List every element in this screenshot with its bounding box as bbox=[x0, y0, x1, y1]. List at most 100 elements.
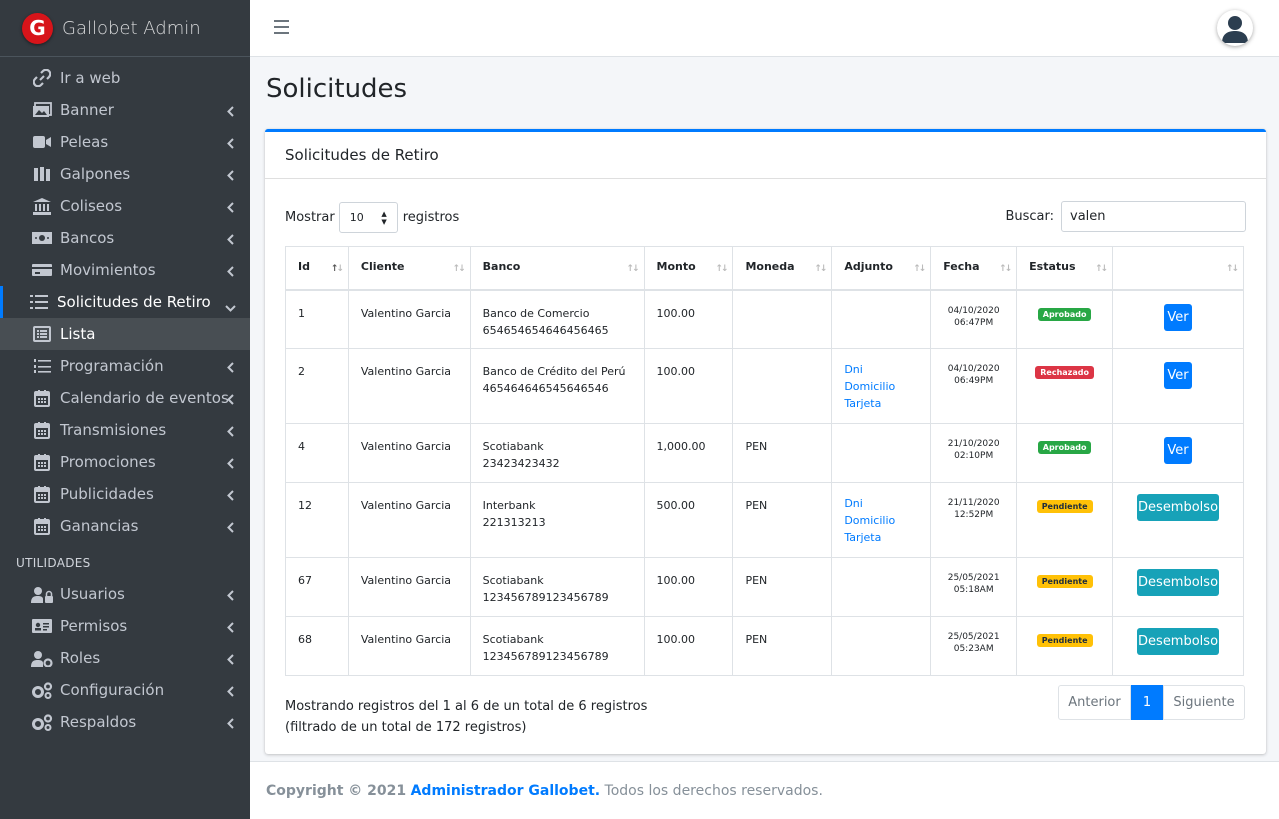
attachment-link[interactable]: Tarjeta bbox=[844, 529, 918, 546]
sort-icon: ↑↓ bbox=[626, 264, 639, 274]
cell-cliente: Valentino Garcia bbox=[347, 616, 471, 676]
column-header[interactable]: ↑↓ bbox=[1112, 246, 1244, 291]
page-length-select[interactable]: 10 ▲ ▼ bbox=[338, 201, 398, 233]
footer: Copyright © 2021 Administrador Gallobet.… bbox=[250, 761, 1279, 819]
ver-button[interactable]: Ver bbox=[1164, 303, 1193, 331]
date: 25/05/2021 bbox=[947, 573, 1000, 583]
page-length-value: 10 bbox=[349, 210, 364, 224]
cell-monto: 100.00 bbox=[643, 557, 734, 617]
calendar-icon bbox=[31, 389, 53, 407]
brand-logo: G bbox=[22, 12, 53, 44]
column-header[interactable]: Fecha ↑↓ bbox=[930, 246, 1018, 291]
cell-cliente: Valentino Garcia bbox=[347, 557, 471, 617]
bank-account: 221313213 bbox=[482, 516, 546, 529]
landmark-icon bbox=[31, 197, 53, 215]
sidebar-item-3[interactable]: Galpones bbox=[0, 158, 250, 190]
pagination-page-1[interactable]: 1 bbox=[1131, 685, 1163, 720]
table-row: 68 Valentino Garcia Scotiabank 1234567891… bbox=[285, 616, 1244, 676]
sidebar-util-1[interactable]: Permisos bbox=[0, 610, 250, 642]
sidebar-item-6[interactable]: Movimientos bbox=[0, 254, 250, 286]
attachment-link[interactable]: Dni bbox=[844, 495, 918, 512]
chevron-down-icon bbox=[225, 298, 236, 316]
sidebar-util-4[interactable]: Respaldos bbox=[0, 706, 250, 738]
requests-card: Solicitudes de Retiro Mostrar 10 ▲ ▼ regi… bbox=[265, 129, 1266, 754]
bank-account: 465464646545646546 bbox=[482, 382, 609, 395]
sidebar-item-label: Ganancias bbox=[60, 517, 139, 535]
user-avatar[interactable] bbox=[1217, 10, 1253, 46]
column-header[interactable]: Monto ↑↓ bbox=[643, 246, 734, 291]
pagination-prev[interactable]: Anterior bbox=[1058, 685, 1131, 720]
sidebar-item-5[interactable]: Bancos bbox=[0, 222, 250, 254]
cell-monto: 100.00 bbox=[643, 348, 734, 424]
cogs-icon bbox=[31, 681, 53, 699]
column-header[interactable]: Banco ↑↓ bbox=[469, 246, 645, 291]
sidebar-item-9[interactable]: Programación bbox=[0, 350, 250, 382]
sidebar-item-label: Permisos bbox=[60, 617, 128, 635]
bank-name: Banco de Crédito del Perú bbox=[482, 365, 626, 378]
date: 25/05/2021 bbox=[947, 632, 1000, 642]
cell-adjunto bbox=[831, 616, 932, 676]
top-navbar bbox=[250, 0, 1279, 57]
desembolso-button[interactable]: Desembolso bbox=[1137, 494, 1220, 521]
cell-id: 1 bbox=[285, 289, 349, 349]
sidebar-item-10[interactable]: Calendario de eventos bbox=[0, 382, 250, 414]
attachment-link[interactable]: Domicilio bbox=[844, 512, 918, 529]
search-input[interactable]: valen bbox=[1061, 201, 1246, 232]
video-icon bbox=[31, 133, 53, 151]
sidebar-util-0[interactable]: Usuarios bbox=[0, 578, 250, 610]
desembolso-button[interactable]: Desembolso bbox=[1137, 569, 1220, 596]
table-row: 1 Valentino Garcia Banco de Comercio 6546… bbox=[285, 289, 1244, 349]
column-header[interactable]: Adjunto ↑↓ bbox=[831, 246, 932, 291]
status-badge: Pendiente bbox=[1036, 500, 1093, 513]
bank-name: Banco de Comercio bbox=[482, 306, 590, 320]
column-header[interactable]: Id ↑↓ bbox=[285, 246, 349, 291]
bank-name: Interbank bbox=[482, 499, 536, 512]
sidebar-item-8[interactable]: Lista bbox=[0, 318, 250, 350]
bank-name: Scotiabank bbox=[482, 633, 544, 646]
ver-button[interactable]: Ver bbox=[1164, 362, 1193, 389]
brand-link[interactable]: G Gallobet Admin bbox=[0, 0, 250, 57]
sidebar-item-4[interactable]: Coliseos bbox=[0, 190, 250, 222]
cell-cliente: Valentino Garcia bbox=[347, 423, 471, 483]
desembolso-button[interactable]: Desembolso bbox=[1137, 628, 1220, 655]
column-header[interactable]: Estatus ↑↓ bbox=[1016, 246, 1114, 291]
menu-toggle-icon[interactable] bbox=[274, 20, 289, 34]
ver-button[interactable]: Ver bbox=[1164, 437, 1193, 464]
cell-estatus: Pendiente bbox=[1016, 557, 1114, 617]
cell-id: 2 bbox=[285, 348, 349, 424]
sidebar-util-3[interactable]: Configuración bbox=[0, 674, 250, 706]
table-body: 1 Valentino Garcia Banco de Comercio 6546… bbox=[285, 289, 1244, 676]
sidebar-item-11[interactable]: Transmisiones bbox=[0, 414, 250, 446]
date: 21/10/2020 bbox=[947, 439, 1000, 449]
sidebar-item-label: Solicitudes de Retiro bbox=[57, 293, 211, 311]
footer-brand-link[interactable]: Administrador Gallobet. bbox=[411, 783, 601, 799]
sidebar-item-13[interactable]: Publicidades bbox=[0, 478, 250, 510]
cell-moneda bbox=[732, 348, 833, 424]
book-icon bbox=[31, 165, 53, 183]
sidebar-item-7[interactable]: Solicitudes de Retiro bbox=[0, 286, 250, 318]
sidebar-item-0[interactable]: Ir a web bbox=[0, 62, 250, 94]
credit-card-icon bbox=[31, 261, 53, 279]
sort-icon: ↑↓ bbox=[1094, 264, 1108, 274]
pagination-next[interactable]: Siguiente bbox=[1163, 685, 1245, 720]
column-header[interactable]: Moneda ↑↓ bbox=[732, 246, 833, 291]
cell-estatus: Pendiente bbox=[1016, 616, 1114, 676]
calendar-icon bbox=[31, 517, 53, 535]
sidebar-item-2[interactable]: Peleas bbox=[0, 126, 250, 158]
sidebar-item-1[interactable]: Banner bbox=[0, 94, 250, 126]
attachment-link[interactable]: Domicilio bbox=[844, 378, 918, 395]
page-length: Mostrar 10 ▲ ▼ registros bbox=[285, 201, 459, 233]
sidebar-util-2[interactable]: Roles bbox=[0, 642, 250, 674]
sidebar-item-label: Peleas bbox=[60, 133, 109, 151]
chevron-left-icon bbox=[227, 231, 234, 249]
sidebar-item-14[interactable]: Ganancias bbox=[0, 510, 250, 542]
sidebar-item-12[interactable]: Promociones bbox=[0, 446, 250, 478]
sidebar-item-label: Calendario de eventos bbox=[60, 389, 229, 407]
attachment-link[interactable]: Tarjeta bbox=[844, 395, 918, 412]
column-header[interactable]: Cliente ↑↓ bbox=[347, 246, 471, 291]
table-header-row: Id ↑↓ Cliente ↑↓ Banco ↑↓ Monto ↑↓ Moneda ↑↓ Adjun… bbox=[285, 246, 1244, 291]
cell-fecha: 21/11/2020 12:52PM bbox=[930, 482, 1018, 558]
page-title: Solicitudes bbox=[266, 74, 408, 104]
attachment-link[interactable]: Dni bbox=[844, 361, 918, 378]
sidebar-item-label: Banner bbox=[60, 101, 114, 119]
